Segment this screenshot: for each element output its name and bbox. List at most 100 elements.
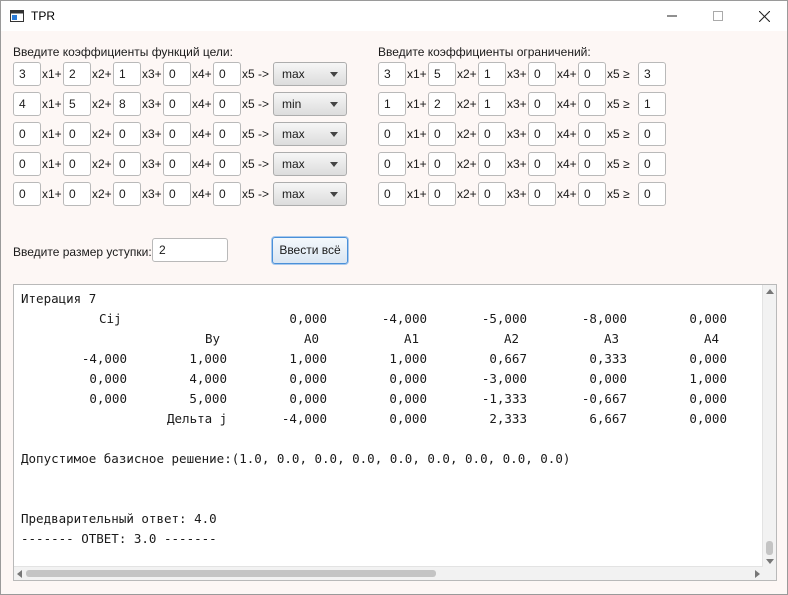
constraint-coeff-x5-input[interactable]: 0 — [578, 182, 606, 206]
maximize-button[interactable] — [695, 1, 741, 31]
table-cell: 1,000 — [289, 351, 327, 366]
by-cell: 4,000 — [189, 371, 227, 386]
horizontal-scroll-thumb[interactable] — [26, 570, 436, 577]
scroll-down-icon[interactable] — [766, 559, 774, 564]
cij-value: -4,000 — [381, 311, 427, 326]
step-size-input[interactable]: 2 — [152, 238, 228, 262]
constraint-coeff-x3-input[interactable]: 0 — [478, 152, 506, 176]
goal-direction-select[interactable]: max — [273, 182, 347, 206]
goal-coeff-x1-input[interactable]: 4 — [13, 92, 41, 116]
vertical-scrollbar[interactable] — [762, 285, 776, 568]
goal-coeff-x2-input[interactable]: 2 — [63, 62, 91, 86]
constraint-coeff-x4-input[interactable]: 0 — [528, 122, 556, 146]
goal-coeff-x3-input[interactable]: 0 — [113, 122, 141, 146]
goal-coeff-x4-input[interactable]: 0 — [163, 182, 191, 206]
goal-coeff-x1-input[interactable]: 0 — [13, 122, 41, 146]
constraint-coeff-x4-input[interactable]: 0 — [528, 152, 556, 176]
constraint-var-x1-label: x1+ — [407, 67, 427, 81]
constraint-rhs-input[interactable]: 1 — [638, 92, 666, 116]
goal-coeff-x5-input[interactable]: 0 — [213, 152, 241, 176]
goal-var-x3-label: x3+ — [142, 97, 162, 111]
goal-coeff-x2-input[interactable]: 0 — [63, 182, 91, 206]
constraint-var-x1-label: x1+ — [407, 97, 427, 111]
goal-coeff-x3-input[interactable]: 8 — [113, 92, 141, 116]
constraint-var-x5-label: x5 ≥ — [607, 67, 630, 81]
basic-solution-text: Допустимое базисное решение:(1.0, 0.0, 0… — [21, 451, 571, 466]
goal-coeff-x5-input[interactable]: 0 — [213, 62, 241, 86]
basis-coeff-cell: 0,000 — [89, 371, 127, 386]
goals-label: Введите коэффициенты функций цели: — [13, 45, 233, 59]
constraint-coeff-x5-input[interactable]: 0 — [578, 62, 606, 86]
constraint-coeff-x5-input[interactable]: 0 — [578, 152, 606, 176]
minimize-icon — [667, 15, 677, 17]
goal-coeff-x1-input[interactable]: 3 — [13, 62, 41, 86]
constraint-coeff-x4-input[interactable]: 0 — [528, 62, 556, 86]
output-area[interactable]: Итерация 7 Cij By Дельта j Допустимое ба… — [13, 284, 777, 581]
goal-coeff-x5-input[interactable]: 0 — [213, 122, 241, 146]
goal-coeff-x5-input[interactable]: 0 — [213, 182, 241, 206]
constraint-coeff-x2-input[interactable]: 2 — [428, 92, 456, 116]
constraint-rhs-input[interactable]: 0 — [638, 182, 666, 206]
goal-direction-select[interactable]: max — [273, 62, 347, 86]
constraint-rhs-input[interactable]: 0 — [638, 122, 666, 146]
goal-direction-select[interactable]: min — [273, 92, 347, 116]
table-cell: 0,000 — [589, 371, 627, 386]
table-cell: -1,333 — [481, 391, 527, 406]
constraint-coeff-x1-input[interactable]: 0 — [378, 152, 406, 176]
scroll-left-icon[interactable] — [17, 570, 22, 578]
constraint-coeff-x2-input[interactable]: 0 — [428, 152, 456, 176]
goal-coeff-x2-input[interactable]: 0 — [63, 152, 91, 176]
final-answer-text: ------- ОТВЕТ: 3.0 ------- — [21, 531, 217, 546]
constraint-coeff-x3-input[interactable]: 1 — [478, 92, 506, 116]
goal-coeff-x4-input[interactable]: 0 — [163, 62, 191, 86]
goal-coeff-x4-input[interactable]: 0 — [163, 122, 191, 146]
constraint-coeff-x2-input[interactable]: 0 — [428, 122, 456, 146]
submit-all-button[interactable]: Ввести всё — [272, 237, 348, 264]
constraint-coeff-x5-input[interactable]: 0 — [578, 122, 606, 146]
goal-var-x1-label: x1+ — [42, 157, 62, 171]
close-button[interactable] — [741, 1, 787, 31]
goal-coeff-x5-input[interactable]: 0 — [213, 92, 241, 116]
goal-coeff-x4-input[interactable]: 0 — [163, 152, 191, 176]
constraint-rhs-input[interactable]: 0 — [638, 152, 666, 176]
goal-var-x1-label: x1+ — [42, 187, 62, 201]
goal-coeff-x4-input[interactable]: 0 — [163, 92, 191, 116]
goal-coeff-x3-input[interactable]: 0 — [113, 182, 141, 206]
constraint-coeff-x1-input[interactable]: 3 — [378, 62, 406, 86]
goal-direction-select[interactable]: max — [273, 122, 347, 146]
scroll-right-icon[interactable] — [755, 570, 760, 578]
goal-coeff-x1-input[interactable]: 0 — [13, 152, 41, 176]
vertical-scroll-thumb[interactable] — [766, 541, 773, 555]
horizontal-scrollbar[interactable] — [14, 566, 763, 580]
constraint-coeff-x2-input[interactable]: 5 — [428, 62, 456, 86]
goal-direction-select[interactable]: max — [273, 152, 347, 176]
constraint-coeff-x5-input[interactable]: 0 — [578, 92, 606, 116]
constraint-rhs-input[interactable]: 3 — [638, 62, 666, 86]
table-cell: 0,000 — [289, 391, 327, 406]
constraint-coeff-x4-input[interactable]: 0 — [528, 92, 556, 116]
title-bar: TPR — [1, 1, 787, 31]
constraint-coeff-x1-input[interactable]: 0 — [378, 182, 406, 206]
by-cell: 1,000 — [189, 351, 227, 366]
constraint-coeff-x1-input[interactable]: 0 — [378, 122, 406, 146]
scroll-up-icon[interactable] — [766, 289, 774, 294]
constraint-coeff-x3-input[interactable]: 0 — [478, 182, 506, 206]
goal-coeff-x2-input[interactable]: 0 — [63, 122, 91, 146]
constraint-var-x4-label: x4+ — [557, 157, 577, 171]
goal-coeff-x3-input[interactable]: 1 — [113, 62, 141, 86]
constraint-coeff-x3-input[interactable]: 1 — [478, 62, 506, 86]
table-cell: 1,000 — [389, 351, 427, 366]
constraint-coeff-x4-input[interactable]: 0 — [528, 182, 556, 206]
constraint-coeff-x2-input[interactable]: 0 — [428, 182, 456, 206]
constraint-coeff-x3-input[interactable]: 0 — [478, 122, 506, 146]
minimize-button[interactable] — [649, 1, 695, 31]
constraint-row: 0 x1+ 0 x2+ 0 x3+ 0 x4+ 0 x5 ≥0 — [378, 152, 670, 178]
constraint-row: 0 x1+ 0 x2+ 0 x3+ 0 x4+ 0 x5 ≥0 — [378, 182, 670, 208]
constraint-var-x4-label: x4+ — [557, 97, 577, 111]
goal-direction-value: max — [282, 157, 305, 171]
table-cell: 0,333 — [589, 351, 627, 366]
goal-coeff-x1-input[interactable]: 0 — [13, 182, 41, 206]
constraint-coeff-x1-input[interactable]: 1 — [378, 92, 406, 116]
goal-coeff-x3-input[interactable]: 0 — [113, 152, 141, 176]
goal-coeff-x2-input[interactable]: 5 — [63, 92, 91, 116]
